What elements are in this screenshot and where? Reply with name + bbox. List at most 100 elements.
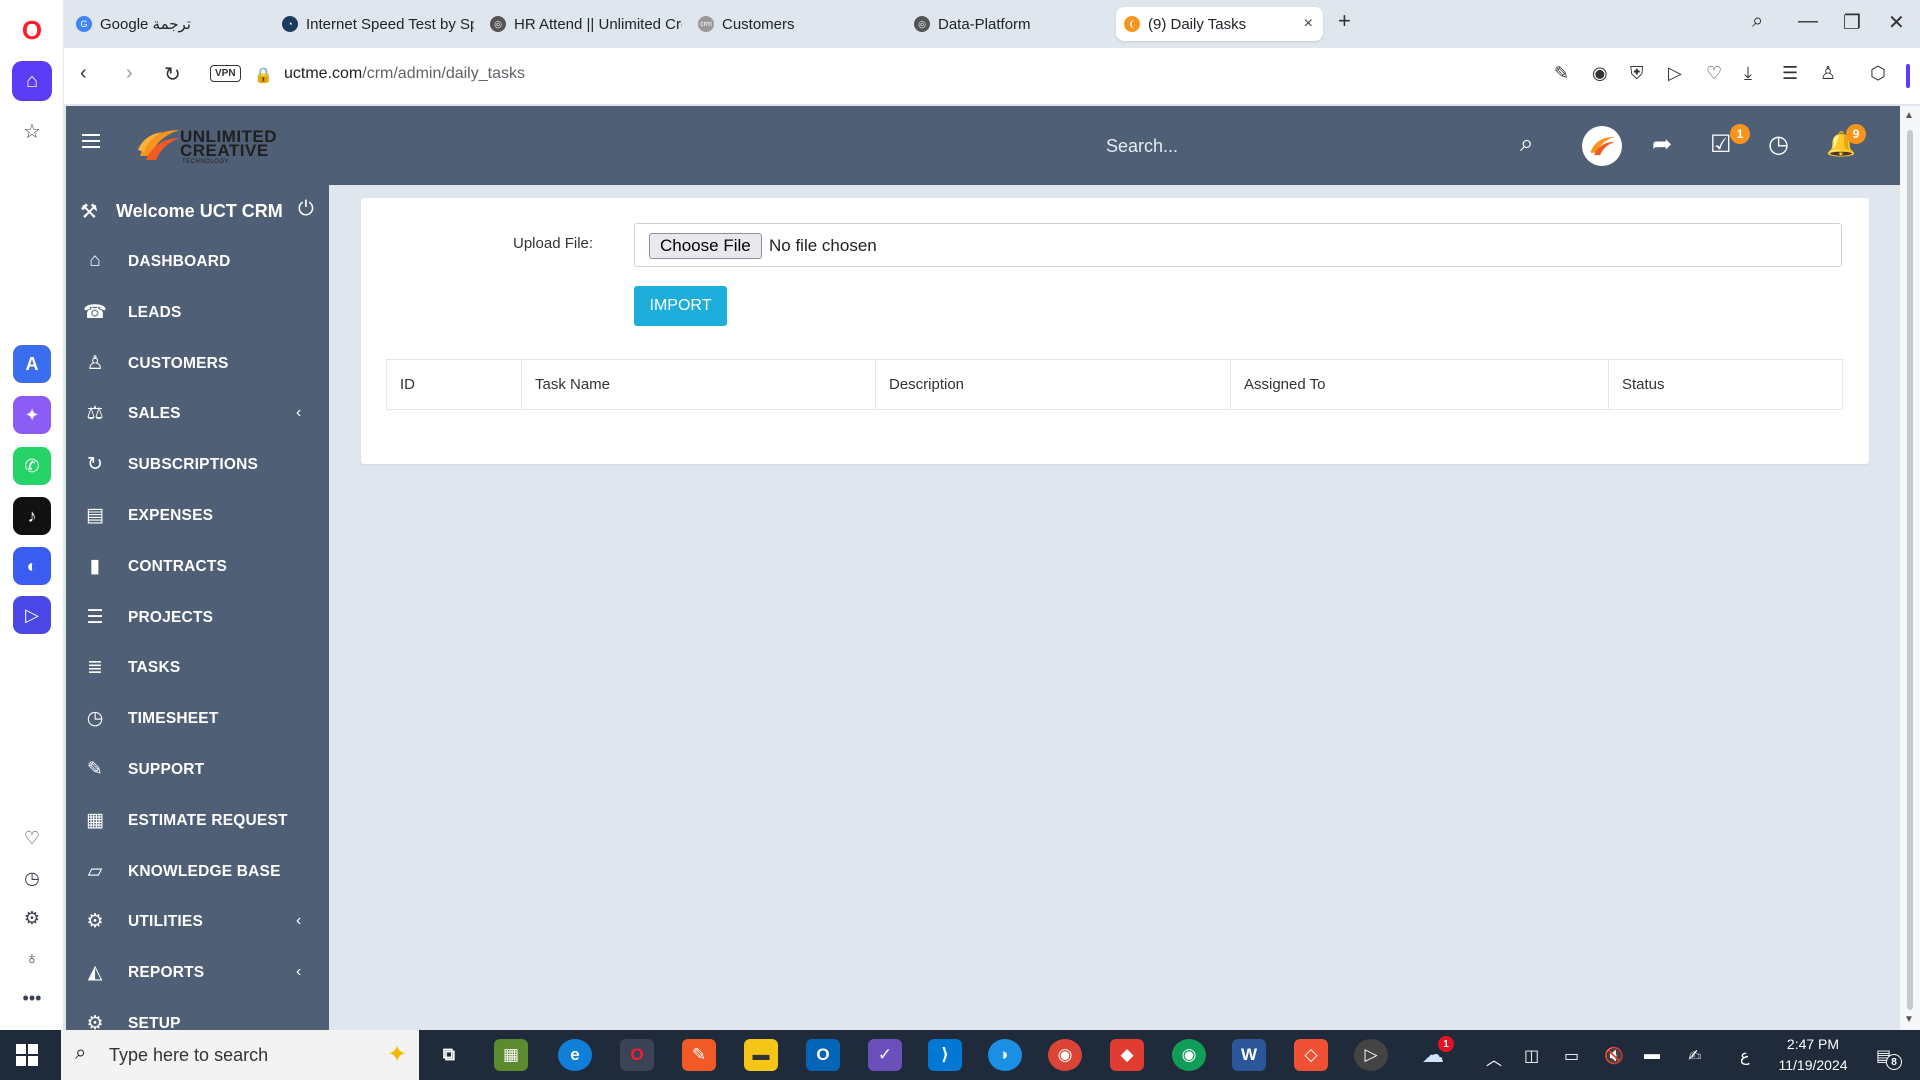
share-icon[interactable]: ➦ [1652,130,1672,159]
brand-logo[interactable]: UNLIMITED CREATIVE TECHNOLOGY [136,122,277,168]
history-icon[interactable]: ◷ [12,858,52,898]
system-clock[interactable]: 2:47 PM 11/19/2024 [1768,1034,1858,1076]
sidebar-item-contracts[interactable]: ▮ CONTRACTS [66,542,329,592]
tray-overflow-icon[interactable]: ︿ [1486,1046,1502,1070]
tasks-check-icon[interactable]: ☑ [1710,130,1732,159]
search-tabs-icon[interactable]: ⌕ [1752,10,1763,33]
play-icon[interactable]: ▷ [1668,63,1682,84]
opera-taskbar-icon[interactable]: O [620,1039,654,1071]
timer-icon[interactable]: ◷ [1768,130,1789,159]
aria-app-icon[interactable]: A [13,345,51,383]
column-header-task-name[interactable]: Task Name [522,360,876,409]
git-icon[interactable]: ◇ [1294,1039,1328,1071]
tab-google-translate[interactable]: G Google ترجمة [68,7,273,41]
camera-tray-icon[interactable]: ◫ [1524,1046,1539,1066]
download-icon[interactable]: ⤓ [1744,63,1752,84]
search-input[interactable] [1106,130,1366,162]
file-input-field[interactable]: Choose File No file chosen [634,223,1842,267]
windows-start-icon[interactable] [16,1044,38,1066]
extensions-icon[interactable]: ⬡ [1870,63,1886,84]
page-scrollbar[interactable]: ▲ ▼ [1900,106,1920,1030]
forward-icon[interactable]: › [126,62,133,85]
vpn-badge[interactable]: VPN [210,65,241,82]
search-icon[interactable]: ⌕ [1520,130,1533,158]
network-icon[interactable]: ▭ [1564,1046,1579,1066]
scroll-up-icon[interactable]: ▲ [1904,110,1914,121]
new-tab-icon[interactable]: + [1338,8,1351,34]
heart-icon[interactable]: ♡ [1706,63,1722,84]
minimize-icon[interactable]: — [1798,10,1818,33]
tab-daily-tasks[interactable]: ❨ (9) Daily Tasks × [1116,7,1323,41]
more-icon[interactable]: ••• [12,978,52,1018]
close-window-icon[interactable]: ✕ [1888,10,1905,35]
sidebar-item-reports[interactable]: ◭ REPORTS ‹ [66,948,329,998]
chevron-left-icon[interactable]: ‹ [296,963,301,981]
column-header-assigned-to[interactable]: Assigned To [1231,360,1609,409]
sidebar-item-knowledge-base[interactable]: ▱ KNOWLEDGE BASE [66,847,329,897]
word-icon[interactable]: W [1232,1039,1266,1071]
chevron-left-icon[interactable]: ‹ [296,404,301,422]
sidebar-item-subscriptions[interactable]: ↻ SUBSCRIPTIONS [66,440,329,490]
sidebar-item-expenses[interactable]: ▤ EXPENSES [66,491,329,541]
volume-muted-icon[interactable]: 🔇 [1604,1046,1624,1066]
sidebar-item-support[interactable]: ✎ SUPPORT [66,745,329,795]
music-app-icon[interactable]: ◐ [13,547,51,585]
url-field[interactable]: uctme.com/crm/admin/daily_tasks [284,65,525,83]
sidebar-item-tasks[interactable]: ≣ TASKS [66,643,329,693]
scrollbar-thumb[interactable] [1907,130,1913,1010]
settings-icon[interactable]: ⚙ [12,898,52,938]
camera-icon[interactable]: ◉ [1592,63,1608,84]
sidebar-item-customers[interactable]: ♙ CUSTOMERS [66,339,329,389]
column-header-id[interactable]: ID [387,360,522,409]
column-header-description[interactable]: Description [876,360,1231,409]
whatsapp-icon[interactable]: ✆ [13,447,51,485]
media-player-icon[interactable]: ▷ [1354,1039,1388,1071]
pen-app-icon[interactable]: ✎ [682,1039,716,1071]
easy-setup-icon[interactable]: ☰ [1782,63,1798,84]
lightbulb-icon[interactable]: ♁ [12,938,52,978]
reload-icon[interactable]: ↻ [164,62,181,87]
input-language[interactable]: ع [1740,1046,1750,1066]
tiktok-icon[interactable]: ♪ [13,497,51,535]
outlook-icon[interactable]: O [806,1039,840,1071]
logout-power-icon[interactable]: ⏻ [298,198,314,221]
player-app-icon[interactable]: ▷ [13,596,51,634]
choose-file-button[interactable]: Choose File [649,233,762,259]
restore-icon[interactable]: ❐ [1843,10,1861,35]
pen-tray-icon[interactable]: ✍ [1688,1046,1701,1066]
vscode-icon[interactable]: ⟩ [928,1039,962,1071]
star-icon[interactable]: ☆ [12,111,52,151]
heart-icon[interactable]: ♡ [12,818,52,858]
task-view-icon[interactable]: ⧉ [432,1039,466,1071]
chevron-left-icon[interactable]: ‹ [296,912,301,930]
profile-icon[interactable]: ♙ [1820,63,1836,84]
edit-page-icon[interactable]: ✎ [1554,63,1569,84]
scroll-down-icon[interactable]: ▼ [1904,1014,1914,1025]
edge-icon[interactable]: e [558,1039,592,1071]
lock-icon[interactable]: 🔒 [254,66,273,84]
minecraft-icon[interactable]: ▦ [494,1039,528,1071]
import-button[interactable]: IMPORT [634,286,727,326]
menu-toggle-icon[interactable] [82,134,100,148]
chrome-profile-icon[interactable]: ◉ [1172,1039,1206,1071]
opera-logo-icon[interactable]: O [12,10,52,50]
tab-speed-test[interactable]: ◔ Internet Speed Test by Sp [274,7,474,41]
taskbar-search-box[interactable]: ⌕ Type here to search ✦ [61,1030,419,1080]
battery-icon[interactable]: ▬ [1644,1046,1660,1064]
tab-customers[interactable]: crm Customers [690,7,890,41]
tab-hr-attend[interactable]: ◎ HR Attend || Unlimited Cre [482,7,682,41]
shield-icon[interactable]: ⛨ [1630,63,1644,84]
sidebar-item-sales[interactable]: ⚖ SALES ‹ [66,389,329,439]
sidebar-item-projects[interactable]: ☰ PROJECTS [66,593,329,643]
sidebar-item-dashboard[interactable]: ⌂ DASHBOARD [66,237,329,287]
sidebar-item-leads[interactable]: ☎ LEADS [66,288,329,338]
sidebar-item-setup[interactable]: ⚙ SETUP [66,999,329,1030]
column-header-status[interactable]: Status [1609,360,1842,409]
anydesk-icon[interactable]: ◆ [1110,1039,1144,1071]
back-icon[interactable]: ‹ [80,62,87,85]
close-tab-icon[interactable]: × [1304,15,1313,33]
bird-app-icon[interactable]: ◗ [988,1039,1022,1071]
home-icon[interactable]: ⌂ [12,61,52,101]
messenger-icon[interactable]: ✦ [13,396,51,434]
vpn-app-icon[interactable]: ✓ [868,1039,902,1071]
